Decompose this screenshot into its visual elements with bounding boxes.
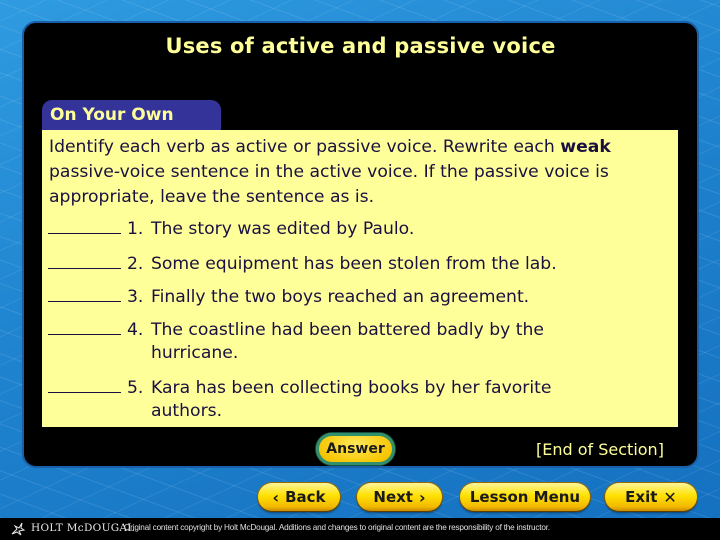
item-number: 4. xyxy=(127,320,144,340)
chevron-left-icon: ‹ xyxy=(272,487,280,507)
exercise-item: 1. The story was edited by Paulo. xyxy=(48,217,668,241)
answer-blank[interactable] xyxy=(48,252,121,269)
lesson-menu-button[interactable]: Lesson Menu xyxy=(460,483,590,511)
answer-blank[interactable] xyxy=(48,285,121,302)
instructions: Identify each verb as active or passive … xyxy=(49,135,669,210)
item-number: 1. xyxy=(127,219,144,239)
item-text-continued: hurricane. xyxy=(151,343,239,363)
exercise-item: 3. Finally the two boys reached an agreem… xyxy=(48,285,668,309)
holt-mcdougal-logo-icon xyxy=(11,522,26,536)
answer-blank[interactable] xyxy=(48,318,121,335)
slide-title: Uses of active and passive voice xyxy=(165,34,556,58)
item-number: 3. xyxy=(127,287,144,307)
instructions-part1: Identify each verb as active or passive … xyxy=(49,137,555,157)
answer-button[interactable]: Answer xyxy=(316,433,395,465)
chevron-right-icon: › xyxy=(418,487,426,507)
exit-label: Exit xyxy=(625,488,658,506)
answer-blank[interactable] xyxy=(48,376,121,393)
next-button[interactable]: Next › xyxy=(357,483,442,511)
next-label: Next xyxy=(373,488,413,506)
item-number: 2. xyxy=(127,254,144,274)
footer-copyright: Original content copyright by Holt McDou… xyxy=(124,523,550,532)
exercise-box: Identify each verb as active or passive … xyxy=(42,130,678,427)
on-your-own-tab: On Your Own xyxy=(42,100,221,131)
exercise-item: 5. Kara has been collecting books by her … xyxy=(48,376,668,423)
instructions-part2: passive-voice sentence in the active voi… xyxy=(49,162,609,207)
exercise-item: 4. The coastline had been battered badly … xyxy=(48,318,668,365)
footer-brand: HOLT McDOUGAL xyxy=(31,522,135,534)
item-number: 5. xyxy=(127,378,144,398)
back-button[interactable]: ‹ Back xyxy=(258,483,340,511)
item-text: The coastline had been battered badly by… xyxy=(151,320,544,340)
tab-label: On Your Own xyxy=(50,105,174,125)
end-of-section-label: [End of Section] xyxy=(536,440,664,459)
exit-button[interactable]: Exit ✕ xyxy=(605,483,697,511)
footer-bar: HOLT McDOUGAL Original content copyright… xyxy=(0,518,720,540)
item-text-continued: authors. xyxy=(151,401,223,421)
back-label: Back xyxy=(285,488,326,506)
item-text: Kara has been collecting books by her fa… xyxy=(151,378,552,398)
answer-blank[interactable] xyxy=(48,217,121,234)
item-text: Finally the two boys reached an agreemen… xyxy=(151,287,530,307)
exercise-item: 2. Some equipment has been stolen from th… xyxy=(48,252,668,276)
instructions-bold-word: weak xyxy=(560,137,611,157)
item-text: The story was edited by Paulo. xyxy=(151,219,415,239)
lesson-menu-label: Lesson Menu xyxy=(469,488,581,506)
item-text: Some equipment has been stolen from the … xyxy=(151,254,557,274)
close-icon: ✕ xyxy=(663,487,677,507)
